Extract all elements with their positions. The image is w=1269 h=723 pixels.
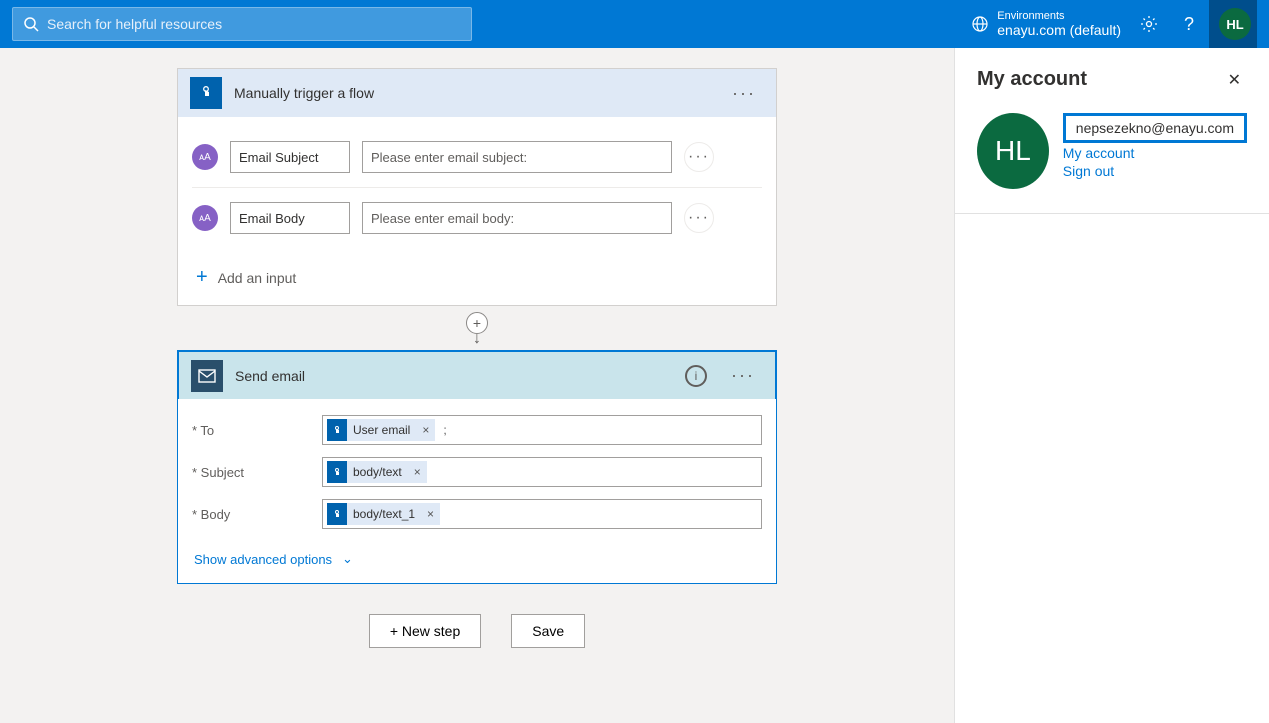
token-remove[interactable]: ×	[421, 507, 440, 521]
token-icon	[327, 503, 347, 525]
input-row: ᴀA Email Body Please enter email body: ·…	[192, 187, 762, 248]
input-row: ᴀA Email Subject Please enter email subj…	[192, 127, 762, 187]
plus-icon: +	[196, 266, 208, 289]
action-more-button[interactable]: ···	[723, 361, 763, 390]
environment-picker[interactable]: Environments enayu.com (default)	[963, 10, 1129, 38]
action-card: Send email i ··· * To User email × ;	[177, 350, 777, 584]
token-remove[interactable]: ×	[416, 423, 435, 437]
my-account-link[interactable]: My account	[1063, 145, 1247, 161]
top-bar: Environments enayu.com (default) ? HL	[0, 0, 1269, 48]
show-advanced-options[interactable]: Show advanced options ⌄	[192, 535, 762, 573]
dynamic-token[interactable]: body/text ×	[327, 461, 427, 483]
arrow-down-icon: ↓	[473, 330, 481, 348]
field-label: * Subject	[192, 465, 322, 480]
token-icon	[327, 461, 347, 483]
token-text: body/text_1	[347, 507, 421, 521]
action-icon	[191, 360, 223, 392]
panel-close-button[interactable]: ✕	[1222, 69, 1247, 91]
account-button[interactable]: HL	[1209, 0, 1257, 48]
footer-buttons: + New step Save	[369, 614, 585, 648]
input-placeholder[interactable]: Please enter email subject:	[362, 141, 672, 173]
input-label[interactable]: Email Subject	[230, 141, 350, 173]
token-text: body/text	[347, 465, 408, 479]
add-input-button[interactable]: + Add an input	[192, 248, 762, 295]
body-input[interactable]: body/text_1 ×	[322, 499, 762, 529]
token-remove[interactable]: ×	[408, 465, 427, 479]
trigger-icon	[190, 77, 222, 109]
panel-title: My account	[977, 68, 1087, 91]
field-label: * Body	[192, 507, 322, 522]
advanced-options-label: Show advanced options	[194, 552, 332, 567]
action-title: Send email	[235, 368, 673, 384]
subject-input[interactable]: body/text ×	[322, 457, 762, 487]
touch-icon	[197, 84, 215, 102]
connector: + ↓	[466, 312, 488, 348]
field-label: * To	[192, 423, 322, 438]
token-icon	[327, 419, 347, 441]
account-email[interactable]: nepsezekno@enayu.com	[1063, 113, 1247, 143]
sign-out-link[interactable]: Sign out	[1063, 163, 1247, 179]
save-button[interactable]: Save	[511, 614, 585, 648]
account-panel: My account ✕ HL nepsezekno@enayu.com My …	[954, 48, 1269, 723]
input-more-button[interactable]: ···	[684, 203, 714, 233]
field-row-to: * To User email × ;	[192, 409, 762, 451]
input-placeholder[interactable]: Please enter email body:	[362, 202, 672, 234]
environment-value: enayu.com (default)	[997, 22, 1121, 38]
chevron-down-icon: ⌄	[342, 551, 353, 567]
add-input-label: Add an input	[218, 270, 297, 286]
token-text: User email	[347, 423, 416, 437]
environment-label: Environments	[997, 10, 1121, 22]
account-info: nepsezekno@enayu.com My account Sign out	[1063, 113, 1247, 189]
search-icon	[23, 16, 39, 32]
help-icon: ?	[1184, 14, 1194, 35]
separator: ;	[441, 423, 446, 437]
new-step-button[interactable]: + New step	[369, 614, 481, 648]
trigger-more-button[interactable]: ···	[724, 79, 764, 108]
search-box[interactable]	[12, 7, 472, 41]
gear-icon	[1140, 15, 1158, 33]
field-row-subject: * Subject body/text ×	[192, 451, 762, 493]
flow-canvas: Manually trigger a flow ··· ᴀA Email Sub…	[0, 48, 954, 723]
input-more-button[interactable]: ···	[684, 142, 714, 172]
to-input[interactable]: User email × ;	[322, 415, 762, 445]
globe-icon	[971, 15, 989, 33]
trigger-header[interactable]: Manually trigger a flow ···	[178, 69, 776, 117]
dynamic-token[interactable]: User email ×	[327, 419, 435, 441]
text-param-icon: ᴀA	[192, 144, 218, 170]
close-icon: ✕	[1228, 72, 1241, 89]
text-param-icon: ᴀA	[192, 205, 218, 231]
avatar-large: HL	[977, 113, 1049, 189]
field-row-body: * Body body/text_1 ×	[192, 493, 762, 535]
trigger-card: Manually trigger a flow ··· ᴀA Email Sub…	[177, 68, 777, 306]
settings-button[interactable]	[1129, 0, 1169, 48]
trigger-title: Manually trigger a flow	[234, 85, 712, 101]
help-button[interactable]: ?	[1169, 0, 1209, 48]
mail-icon	[198, 369, 216, 383]
avatar: HL	[1219, 8, 1251, 40]
dynamic-token[interactable]: body/text_1 ×	[327, 503, 440, 525]
info-icon[interactable]: i	[685, 365, 707, 387]
action-header[interactable]: Send email i ···	[178, 351, 776, 399]
search-input[interactable]	[39, 15, 461, 33]
input-label[interactable]: Email Body	[230, 202, 350, 234]
